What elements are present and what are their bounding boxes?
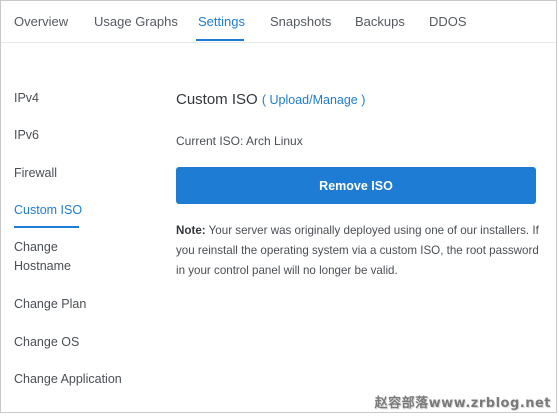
close-paren: ) [361,93,366,107]
sidebar-item-custom-iso[interactable]: Custom ISO [14,201,82,220]
watermark: 赵容部落www.zrblog.net [374,396,551,411]
sidebar-item-label-line2: Hostname [14,259,71,273]
current-iso-text: Current ISO: Arch Linux [176,134,303,148]
note-text: Your server was originally deployed usin… [176,224,539,277]
sidebar-item-change-os[interactable]: Change OS [14,333,79,352]
reinstall-note: Note: Your server was originally deploye… [176,221,546,281]
tab-overview[interactable]: Overview [14,14,68,29]
section-title: Custom ISO ( Upload/Manage ) [176,91,365,108]
sidebar-item-ipv4[interactable]: IPv4 [14,89,39,108]
upload-manage-link[interactable]: Upload/Manage [266,93,361,107]
remove-iso-button[interactable]: Remove ISO [176,167,536,204]
sidebar-item-label-line1: Change [14,240,58,254]
tab-backups[interactable]: Backups [355,14,405,29]
section-title-text: Custom ISO [176,91,258,108]
tab-usage-graphs[interactable]: Usage Graphs [94,14,178,29]
app-frame: Overview Usage Graphs Settings Snapshots… [0,0,557,413]
note-label: Note: [176,224,206,237]
sidebar-item-change-hostname[interactable]: Change Hostname [14,238,71,276]
sidebar-item-change-application[interactable]: Change Application [14,370,122,389]
tab-snapshots[interactable]: Snapshots [270,14,331,29]
top-tab-bar: Overview Usage Graphs Settings Snapshots… [1,1,556,43]
sidebar-item-change-plan[interactable]: Change Plan [14,295,86,314]
sidebar-item-ipv6[interactable]: IPv6 [14,126,39,145]
active-tab-indicator [196,39,244,41]
tab-ddos[interactable]: DDOS [429,14,467,29]
active-sidebar-indicator [14,226,79,228]
sidebar-item-firewall[interactable]: Firewall [14,164,57,183]
tab-settings[interactable]: Settings [198,14,245,29]
